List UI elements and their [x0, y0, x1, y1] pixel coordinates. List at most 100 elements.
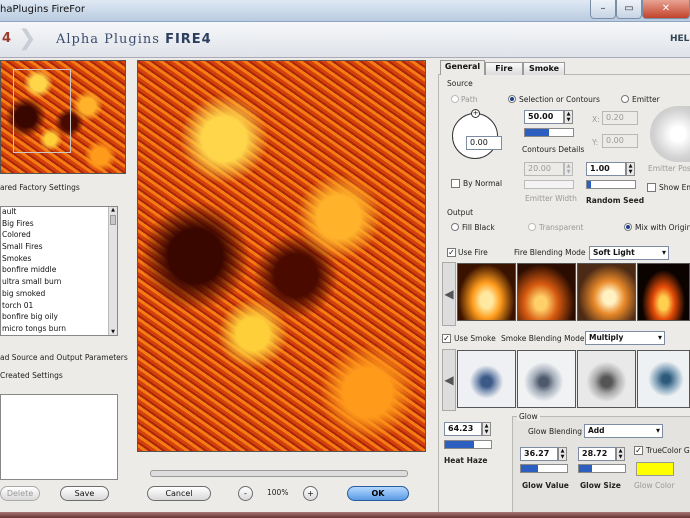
fill-black-radio[interactable] — [451, 223, 459, 231]
source-emitter-label: Emitter — [632, 95, 660, 104]
heat-haze-slider[interactable] — [444, 440, 492, 449]
preset-item[interactable]: ultra small burn — [1, 277, 117, 289]
show-emitter-checkbox[interactable] — [647, 183, 656, 192]
navigator-thumbnail[interactable] — [0, 60, 126, 174]
glow-size-label: Glow Size — [580, 481, 621, 490]
glow-color-label: Glow Color — [634, 481, 675, 490]
save-button[interactable]: Save — [60, 486, 109, 501]
preview-panel: Cancel - 100% + OK — [135, 58, 428, 518]
ok-button[interactable]: OK — [347, 486, 409, 501]
dial-handle-icon[interactable]: + — [471, 109, 480, 118]
smoke-preset-thumb-3[interactable] — [577, 350, 636, 408]
glow-value-field[interactable]: 36.27 — [520, 447, 558, 461]
tab-smoke[interactable]: Smoke — [523, 62, 565, 75]
preset-item[interactable]: bonfire big oily — [1, 312, 117, 324]
angle-field[interactable]: 0.00 — [466, 136, 502, 150]
help-link[interactable]: HEL — [670, 34, 689, 44]
glow-size-field[interactable]: 28.72 — [578, 447, 616, 461]
maximize-button[interactable]: ▭ — [616, 0, 642, 19]
glow-value-slider[interactable] — [520, 464, 568, 473]
by-normal-checkbox[interactable] — [451, 179, 460, 188]
preset-item[interactable]: Smokes — [1, 254, 117, 266]
preset-item[interactable]: torch 01 — [1, 301, 117, 313]
mix-original-radio[interactable] — [624, 223, 632, 231]
zoom-level: 100% — [267, 488, 289, 497]
heat-haze-label: Heat Haze — [444, 456, 488, 465]
cancel-button[interactable]: Cancel — [147, 486, 211, 501]
preset-item[interactable]: Colored — [1, 230, 117, 242]
contours-details-label: Contours Details — [522, 145, 585, 154]
preset-item[interactable]: micro tongs burn — [1, 324, 117, 335]
use-fire-label: Use Fire — [458, 248, 488, 257]
tab-fire[interactable]: Fire — [485, 62, 523, 75]
transparent-radio[interactable] — [528, 223, 536, 231]
random-seed-spinner[interactable]: ▲ ▼ — [626, 162, 635, 176]
window-title: haPlugins FireFor — [0, 4, 85, 15]
contours-spinner[interactable]: ▲ ▼ — [564, 110, 573, 124]
source-selection-label: Selection or Contours — [519, 95, 600, 104]
close-button[interactable]: ✕ — [642, 0, 690, 19]
glow-value-spinner[interactable]: ▲ ▼ — [558, 447, 567, 461]
emitter-width-spinner[interactable]: ▲ ▼ — [564, 162, 573, 176]
fire-preview-canvas[interactable] — [137, 60, 426, 452]
source-path-radio[interactable] — [451, 95, 459, 103]
glow-title: Glow — [517, 412, 540, 421]
minimize-button[interactable]: – — [590, 0, 616, 19]
created-settings-list[interactable] — [0, 394, 118, 480]
use-smoke-checkbox[interactable]: ✓ — [442, 334, 451, 343]
fire-preset-thumb-2[interactable] — [517, 263, 576, 321]
preset-item[interactable]: bonfire middle — [1, 265, 117, 277]
use-fire-checkbox[interactable]: ✓ — [447, 248, 456, 257]
glow-size-slider[interactable] — [578, 464, 626, 473]
random-seed-slider[interactable] — [586, 180, 636, 189]
preset-item[interactable]: Small Fires — [1, 242, 117, 254]
presets-title: ared Factory Settings — [0, 183, 80, 192]
x-field[interactable]: 0.20 — [602, 111, 638, 125]
smoke-preset-thumb-1[interactable] — [457, 350, 516, 408]
random-seed-field[interactable]: 1.00 — [586, 162, 626, 176]
random-seed-label: Random Seed — [586, 196, 645, 205]
delete-button[interactable]: Delete — [0, 486, 40, 501]
y-field[interactable]: 0.00 — [602, 134, 638, 148]
glow-blending-label: Glow Blending — [528, 427, 582, 436]
source-title: Source — [447, 79, 473, 88]
contours-details-field[interactable]: 50.00 — [524, 110, 564, 124]
taskbar-strip — [0, 512, 690, 518]
fire-blending-select[interactable]: Soft Light — [589, 246, 669, 260]
glow-size-spinner[interactable]: ▲ ▼ — [616, 447, 625, 461]
preset-item[interactable]: Big Fires — [1, 219, 117, 231]
source-emitter-radio[interactable] — [621, 95, 629, 103]
emitter-width-field[interactable]: 20.00 — [524, 162, 564, 176]
smoke-preset-thumb-4[interactable] — [637, 350, 690, 408]
glow-blending-select[interactable]: Add — [584, 424, 663, 438]
heat-haze-field[interactable]: 64.23 — [444, 422, 482, 436]
fire-preset-thumb-1[interactable] — [457, 263, 516, 321]
zoom-in-button[interactable]: + — [303, 486, 318, 501]
fire-preset-thumb-3[interactable] — [577, 263, 636, 321]
heat-haze-spinner[interactable]: ▲ ▼ — [482, 422, 491, 436]
navigator-viewport[interactable] — [13, 69, 71, 153]
fire-thumbs-left-arrow-icon[interactable]: ◀ — [442, 262, 456, 326]
presets-list[interactable]: ault Big Fires Colored Small Fires Smokes bon… — [0, 206, 118, 336]
truecolor-glow-checkbox[interactable]: ✓ — [634, 446, 643, 455]
smoke-thumbs-left-arrow-icon[interactable]: ◀ — [442, 349, 456, 411]
settings-panel: General Fire Smoke Source Path Selection o… — [428, 58, 690, 518]
preset-item[interactable]: ault — [1, 207, 117, 219]
y-label: Y: — [592, 138, 599, 147]
zoom-out-button[interactable]: - — [238, 486, 253, 501]
use-smoke-label: Use Smoke — [454, 334, 496, 343]
emitter-position-label: Emitter Posi — [648, 164, 690, 173]
source-selection-radio[interactable] — [508, 95, 516, 103]
tab-general[interactable]: General — [440, 60, 485, 75]
glow-color-swatch[interactable] — [636, 462, 674, 476]
preview-scrollbar[interactable] — [150, 470, 408, 477]
contours-slider[interactable] — [524, 128, 574, 137]
presets-scrollbar[interactable]: ▲ ▼ — [108, 207, 117, 335]
preset-item[interactable]: big smoked — [1, 289, 117, 301]
emitter-width-slider[interactable] — [524, 180, 574, 189]
source-path-label: Path — [461, 95, 478, 104]
smoke-preset-thumb-2[interactable] — [517, 350, 576, 408]
smoke-blending-select[interactable]: Multiply — [585, 331, 665, 345]
load-parameters-label[interactable]: ad Source and Output Parameters — [0, 353, 128, 362]
fire-preset-thumb-4[interactable] — [637, 263, 690, 321]
